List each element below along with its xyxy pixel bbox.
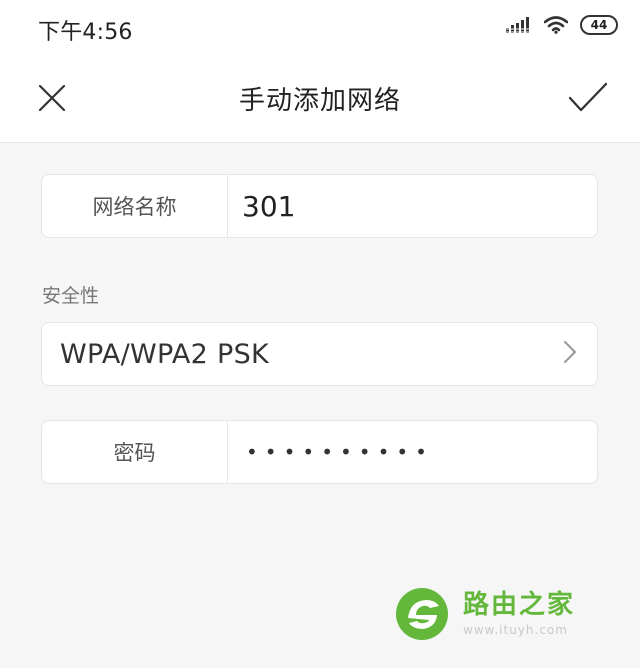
- title-bar: 手动添加网络: [0, 60, 640, 140]
- top-bar: 下午4:56 44 手动添加网络: [0, 0, 640, 143]
- password-label: 密码: [42, 421, 228, 483]
- signal-icon: [506, 17, 532, 33]
- watermark: 路由之家 www.ituyh.com: [395, 586, 615, 642]
- watermark-title: 路由之家: [463, 589, 576, 620]
- network-name-label: 网络名称: [42, 175, 228, 237]
- security-section-label: 安全性: [42, 285, 100, 307]
- battery-level: 44: [590, 18, 608, 32]
- password-input[interactable]: ••••••••••: [228, 440, 434, 464]
- check-icon: [568, 82, 608, 118]
- network-name-input[interactable]: 301: [228, 190, 295, 223]
- password-row: 密码 ••••••••••: [41, 420, 598, 484]
- watermark-text: 路由之家 www.ituyh.com: [463, 591, 575, 638]
- status-time: 下午4:56: [38, 20, 133, 45]
- status-icons: 44: [506, 15, 618, 35]
- network-name-row: 网络名称 301: [41, 174, 598, 238]
- chevron-right-icon: [563, 340, 577, 368]
- security-value: WPA/WPA2 PSK: [60, 338, 270, 370]
- watermark-subtitle: www.ituyh.com: [463, 623, 568, 638]
- security-selector[interactable]: WPA/WPA2 PSK: [41, 322, 598, 386]
- watermark-logo-icon: [396, 588, 448, 640]
- battery-icon: 44: [580, 15, 618, 35]
- wifi-icon: [544, 16, 568, 34]
- confirm-button[interactable]: [564, 76, 612, 124]
- page-title: 手动添加网络: [238, 86, 401, 116]
